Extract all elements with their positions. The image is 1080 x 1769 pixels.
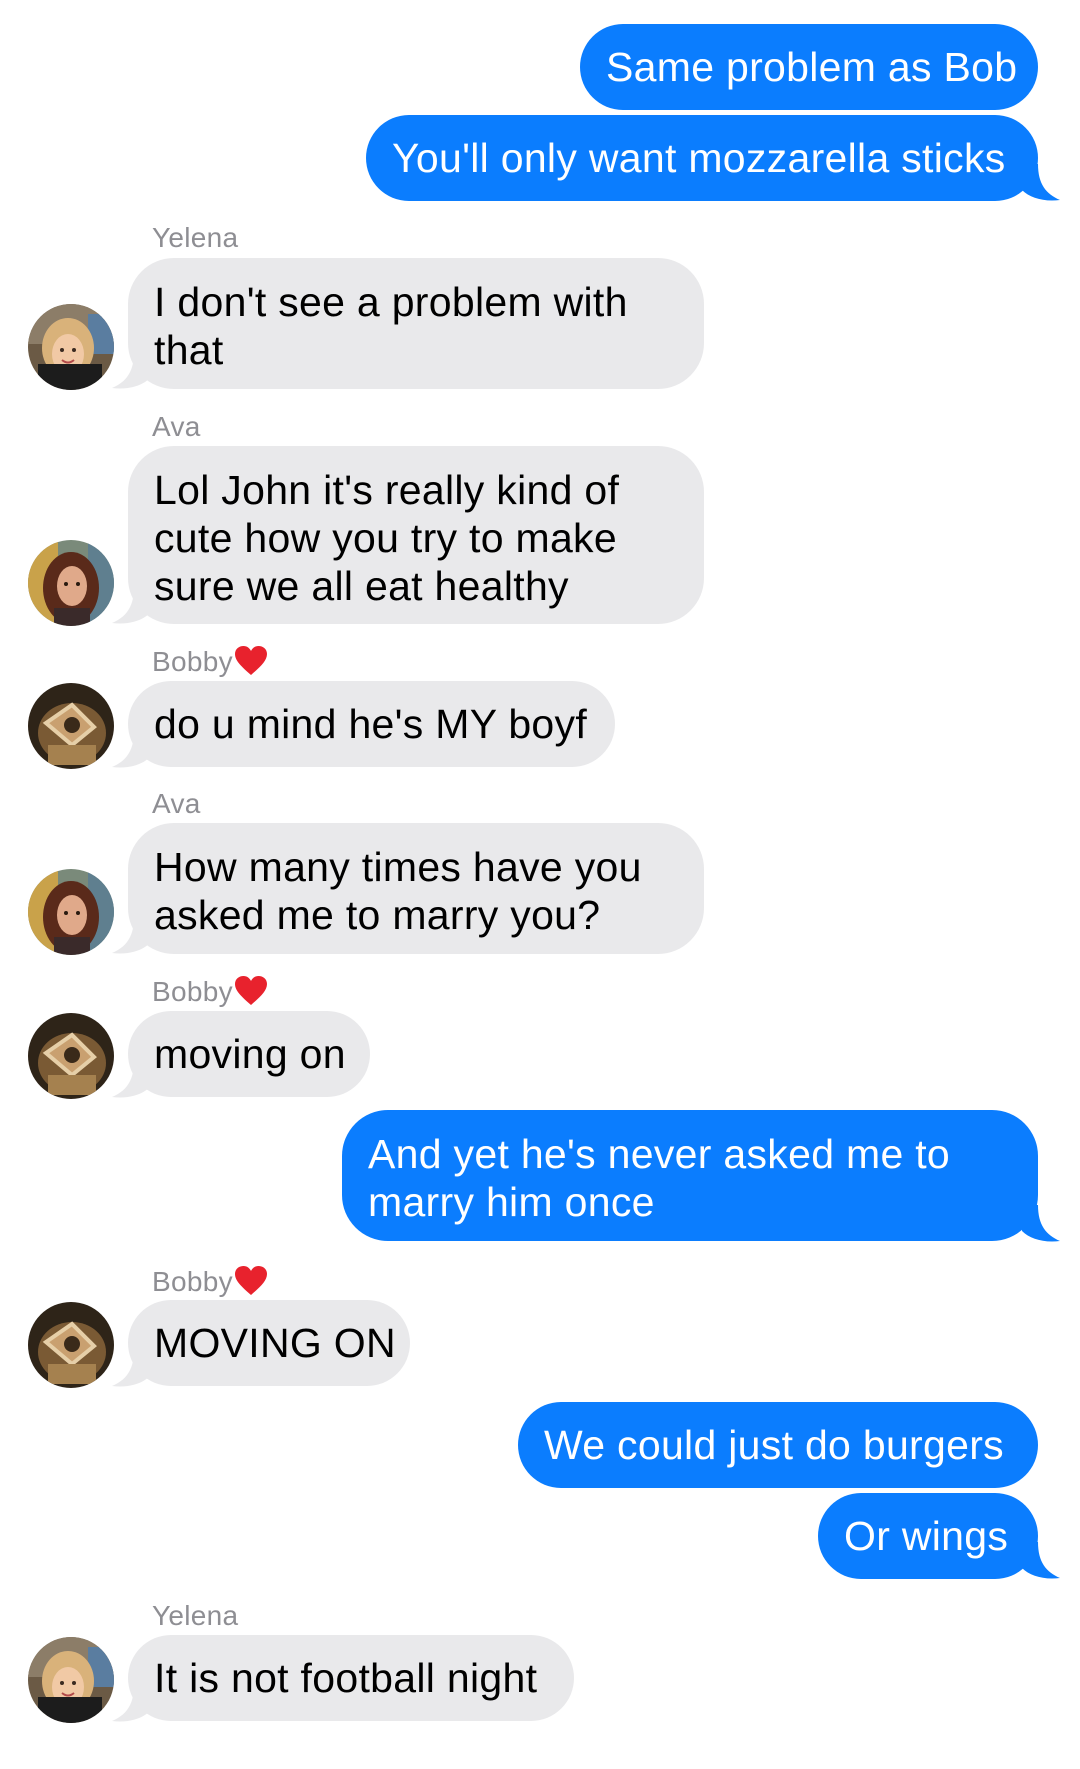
message-line: cute how you try to make [154,515,617,561]
incoming-message[interactable]: do u mind he's MY boyf [128,681,615,767]
sender-name-text: Ava [152,788,201,819]
red-heart-icon [234,976,267,1005]
outgoing-message[interactable]: We could just do burgers [518,1402,1038,1488]
incoming-message[interactable]: How many times have you asked me to marr… [128,823,704,954]
bubble-tail [112,917,150,954]
message-line: It is not football night [154,1655,538,1701]
sender-name: Bobby [152,1265,268,1298]
sender-name-text: Bobby [152,976,233,1007]
sender-name-text: Bobby [152,646,233,677]
incoming-message[interactable]: moving on [128,1011,370,1097]
outgoing-message[interactable]: Or wings [818,1493,1038,1579]
yelena-avatar[interactable] [28,1637,114,1723]
sender-name: Ava [152,411,201,443]
sender-name: Yelena [152,222,238,254]
message-text: You'll only want mozzarella sticks [392,135,1006,181]
message-line: MOVING ON [154,1320,396,1366]
bubble-tail [112,352,150,389]
conversation-thread: Same problem as Bob You'll only want moz… [0,0,1080,1769]
message-line: How many times have you [154,844,642,890]
message-line: And yet he's never asked me to [368,1131,951,1177]
bubble-tail [112,587,150,624]
bubble-tail [1022,1205,1060,1242]
message-line: I don't see a problem with [154,279,628,325]
sender-name: Bobby [152,645,268,678]
bobby-avatar[interactable] [28,1013,114,1099]
outgoing-message[interactable]: And yet he's never asked me to marry him… [342,1110,1038,1241]
bubble-tail [112,1061,150,1098]
outgoing-message[interactable]: Same problem as Bob [580,24,1038,110]
bubble-tail [112,1350,150,1387]
message-text: Or wings [844,1513,1009,1559]
message-line: sure we all eat healthy [154,563,569,609]
sender-name-text: Ava [152,411,201,442]
message-line: do u mind he's MY boyf [154,701,588,747]
sender-name: Bobby [152,975,268,1008]
bobby-avatar[interactable] [28,683,114,769]
sender-name-text: Yelena [152,1600,239,1631]
bubble-tail [112,731,150,768]
sender-name: Yelena [152,1600,238,1632]
bobby-avatar[interactable] [28,1302,114,1388]
incoming-message[interactable]: MOVING ON [128,1300,410,1386]
red-heart-icon [234,646,267,675]
message-text: We could just do burgers [544,1422,1004,1468]
bubble-tail [112,1685,150,1722]
message-line: moving on [154,1031,346,1077]
sender-name-text: Yelena [152,222,239,253]
message-line: that [154,327,224,373]
message-text: Same problem as Bob [606,44,1018,90]
sender-name: Ava [152,788,201,820]
bubble-tail [1022,164,1060,201]
outgoing-message[interactable]: You'll only want mozzarella sticks [366,115,1038,201]
incoming-message[interactable]: It is not football night [128,1635,574,1721]
incoming-message[interactable]: Lol John it's really kind of cute how yo… [128,446,704,624]
ava-avatar[interactable] [28,540,114,626]
ava-avatar[interactable] [28,869,114,955]
sender-name-text: Bobby [152,1266,233,1297]
red-heart-icon [234,1266,267,1295]
incoming-message[interactable]: I don't see a problem with that [128,258,704,389]
yelena-avatar[interactable] [28,304,114,390]
bubble-tail [1022,1542,1060,1579]
message-line: marry him once [368,1179,655,1225]
message-line: Lol John it's really kind of [154,467,620,513]
message-line: asked me to marry you? [154,892,601,938]
